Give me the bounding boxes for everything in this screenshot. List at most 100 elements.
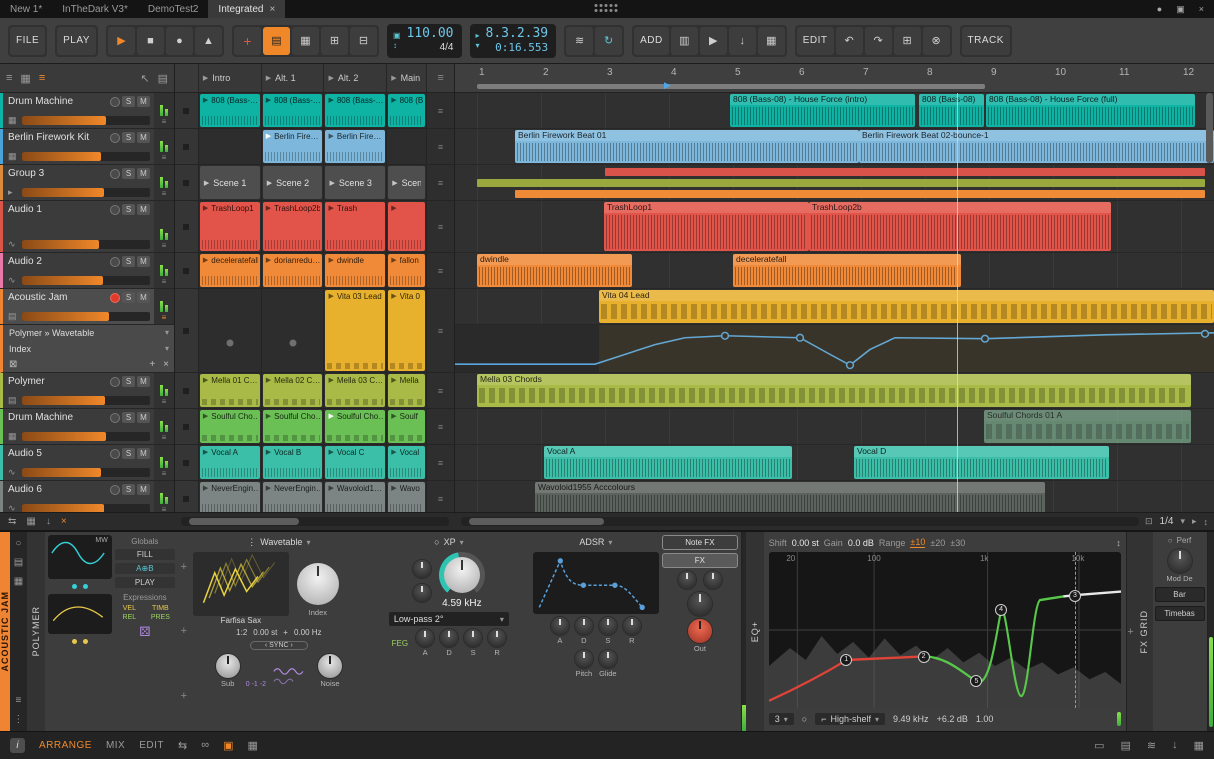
device-track-strip[interactable]: ACOUSTIC JAM <box>0 532 10 731</box>
record-arm-button[interactable] <box>110 292 120 303</box>
clip-stop-button[interactable] <box>175 253 199 288</box>
filter-env-r-knob[interactable] <box>488 629 507 647</box>
eq-band-type-select[interactable]: ⌐ High-shelf ▾ <box>815 713 886 725</box>
device-rows-icon[interactable]: ▤ <box>14 557 23 568</box>
track-name[interactable]: Audio 5 <box>8 448 110 459</box>
scene-clip-play-icon[interactable]: ▶ <box>392 179 397 187</box>
freq-offset-value[interactable]: 0.00 Hz <box>294 628 322 637</box>
filter-env-a-knob[interactable] <box>416 629 435 647</box>
sub-knob[interactable] <box>215 654 240 678</box>
record-arm-button[interactable] <box>110 376 120 387</box>
scene-play-icon[interactable]: ▶ <box>328 74 333 82</box>
launcher-row-menu-icon[interactable]: ≡ <box>427 481 454 512</box>
mod-depth-knob[interactable] <box>1167 549 1192 573</box>
volume-fader[interactable] <box>22 152 150 161</box>
package-download-icon[interactable]: ↓ <box>1172 739 1178 752</box>
add-device-slot-button[interactable]: + <box>149 359 155 370</box>
arranger-row[interactable]: Berlin Firework Beat 01 Berlin Firework B… <box>455 129 1214 165</box>
device-power-icon[interactable]: ○ <box>15 538 21 549</box>
arranger-clip[interactable]: Berlin Firework Beat 02-bounce-1 <box>859 130 1214 163</box>
scene-play-icon[interactable]: ▶ <box>391 74 396 82</box>
add-slot-button[interactable]: + <box>181 690 187 702</box>
clip-slot[interactable]: ▶ Mella 01 C… <box>198 373 262 408</box>
io-panel-button[interactable]: ⊟ <box>349 26 377 55</box>
clip-slot[interactable]: ▶ Vocal B <box>261 445 325 480</box>
launcher-clip[interactable]: ▶ Mella 03 C… <box>325 374 386 407</box>
launcher-clip[interactable]: ▶ Wavo <box>388 482 426 512</box>
track-row[interactable]: Audio 2 S M ∿ ≡ <box>0 253 174 289</box>
device-slot-page[interactable]: Index <box>9 344 31 356</box>
eq-shift-value[interactable]: 0.00 st <box>792 538 819 548</box>
clip-slot[interactable]: ▶ Soulf <box>387 409 428 444</box>
pres-expression[interactable]: PRES <box>146 614 175 621</box>
scene-header[interactable]: ▶ Alt. 2 <box>324 64 388 92</box>
eq-name-vertical[interactable]: EQ+ <box>745 532 764 731</box>
clip-play-icon[interactable]: ▶ <box>328 292 333 302</box>
rel-expression[interactable]: REL <box>115 614 144 621</box>
filter-env-d-knob[interactable] <box>440 629 459 647</box>
record-arm-button[interactable] <box>110 256 120 267</box>
scene-header[interactable]: ▶ Alt. 1 <box>261 64 325 92</box>
clip-play-icon[interactable]: ▶ <box>203 448 208 458</box>
eq-band-node[interactable]: 5 <box>970 675 983 688</box>
scene-clip-play-icon[interactable]: ▶ <box>204 179 209 187</box>
launcher-clip[interactable]: ▶ TrashLoop2b <box>262 202 323 251</box>
launcher-clip[interactable]: ▶ Vita 03 Lead <box>325 290 386 371</box>
out-knob[interactable] <box>687 619 712 643</box>
clip-slot[interactable]: ▶ 808 (B <box>387 93 428 128</box>
pad-grid-icon[interactable]: ▦ <box>1194 739 1204 752</box>
group-scene-clip[interactable]: ▶ Scene 2 <box>262 166 323 199</box>
lfo-shape-icon[interactable] <box>272 664 312 688</box>
clip-play-icon[interactable]: ▶ <box>328 448 333 458</box>
eq-auto-gain-icon[interactable]: ↕ <box>1116 538 1121 548</box>
solo-button[interactable]: S <box>122 376 135 387</box>
eq-band-freq[interactable]: 9.49 kHz <box>893 714 929 724</box>
record-arm-button[interactable] <box>110 168 120 179</box>
scroll-follow-icon[interactable]: ▸ <box>1192 516 1197 527</box>
duplicate-button[interactable]: ⊞ <box>893 26 921 55</box>
clip-play-icon[interactable]: ▶ <box>203 376 208 386</box>
notes-panel-icon[interactable]: ▤ <box>1120 739 1130 752</box>
clip-play-icon[interactable]: ▶ <box>328 376 333 386</box>
scene-menu-icon[interactable]: ≡ <box>427 64 454 92</box>
shuffle-icon[interactable]: ⇆ <box>178 739 187 752</box>
launcher-clip[interactable]: ▶ dorianredu… <box>262 254 323 287</box>
timeline-ruler[interactable]: 1 2 3 4 5 6 7 8 9 10 11 12 ▶ <box>455 64 1214 93</box>
launcher-row-menu-icon[interactable]: ≡ <box>427 373 454 408</box>
noise-knob[interactable] <box>317 654 342 678</box>
lane-options-icon[interactable]: ▤ <box>158 72 168 85</box>
clip-slot[interactable]: ▶ Scene 1 <box>198 165 262 200</box>
clip-slot[interactable]: ▶ Wavoloid1… <box>324 481 388 512</box>
pointer-tool-icon[interactable]: ↖ <box>140 72 149 85</box>
clip-slot[interactable]: ▶ Soulful Cho… <box>261 409 325 444</box>
device-grid-icon[interactable]: ▦ <box>14 576 23 587</box>
lane-grid-icon[interactable]: ▦ <box>26 516 35 527</box>
filter-drive-knob[interactable] <box>412 559 431 578</box>
cutoff-value[interactable]: 4.59 kHz <box>442 598 481 609</box>
ratio-value[interactable]: 1:2 <box>236 628 247 637</box>
oscillator-caret-icon[interactable]: ▾ <box>306 538 310 547</box>
clip-play-icon[interactable]: ▶ <box>203 204 208 214</box>
arranger-row[interactable]: Mella 03 Chords <box>455 373 1214 409</box>
eq-range-10[interactable]: ±10 <box>910 537 926 548</box>
position-display[interactable]: ▸ ▾ 8.3.2.39 0:16.553 <box>469 23 557 58</box>
send-a-knob[interactable] <box>677 571 696 589</box>
launcher-scrollbar[interactable] <box>181 517 449 526</box>
mute-button[interactable]: M <box>137 256 150 267</box>
launcher-clip[interactable]: ▶ Soulful Cho… <box>325 410 386 443</box>
device-page-caret-icon[interactable]: ▾ <box>165 344 169 356</box>
launcher-row-menu-icon[interactable]: ≡ <box>427 289 454 372</box>
clip-play-icon[interactable]: ▶ <box>266 448 271 458</box>
follow-playhead-button[interactable]: ▶ <box>699 26 727 55</box>
clip-play-icon[interactable]: ▶ <box>203 412 208 422</box>
record-button[interactable]: ● <box>165 26 193 55</box>
launcher-clip[interactable]: ▶ Vocal A <box>199 446 260 479</box>
volume-fader[interactable] <box>22 116 150 125</box>
filter-caret-icon[interactable]: ▾ <box>460 538 464 547</box>
arranger-clip[interactable]: deceleratefall <box>733 254 961 287</box>
tempo-value[interactable]: 110.00 <box>407 26 454 42</box>
position-time-value[interactable]: 0:16.553 <box>495 41 548 55</box>
fx-grid-timebase-module[interactable]: Timebas <box>1154 606 1205 621</box>
launcher-clip[interactable]: ▶ TrashLoop1 <box>199 202 260 251</box>
track-name[interactable]: Audio 2 <box>8 256 110 267</box>
